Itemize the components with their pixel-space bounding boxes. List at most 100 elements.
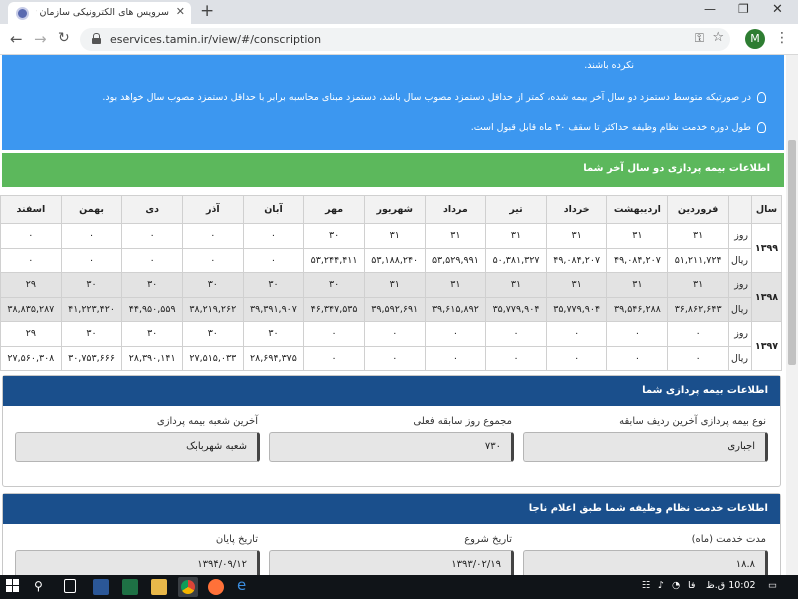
insurance-table-title: اطلاعات بیمه پردازی دو سال آخر شما bbox=[2, 153, 784, 187]
note-line-1: در صورتیکه متوسط دستمزد دو سال آخر بیمه … bbox=[102, 92, 766, 103]
scrollbar-thumb[interactable] bbox=[788, 140, 796, 365]
day-value-cell: ۲۹ bbox=[0, 272, 62, 298]
table-row: ۱۳۹۹ روز ۳۱ ۳۱ ۳۱ ۳۱ ۳۱ ۳۱ ۳۰ ۰ ۰ ۰ ۰ ۰ bbox=[0, 223, 782, 273]
table-row: ۱۳۹۸ روز ۳۱ ۳۱ ۳۱ ۳۱ ۳۱ ۳۱ ۳۰ ۳۰ ۳۰ ۳۰ ۳۰ ۲۹ bbox=[0, 272, 782, 322]
firefox-icon[interactable] bbox=[208, 579, 224, 595]
label-header bbox=[727, 195, 753, 224]
day-value-cell: ۳۱ bbox=[606, 223, 669, 249]
day-value-cell: ۳۰ bbox=[242, 272, 305, 298]
table-header-row: سال فروردین اردیبهشت خرداد تیر مرداد شهریور مه… bbox=[0, 195, 782, 224]
rial-value-cell: ۰ bbox=[60, 247, 123, 273]
rial-value-cell: ۵۱,۲۱۱,۷۲۴ bbox=[667, 247, 729, 273]
day-value-cell: ۰ bbox=[303, 321, 365, 347]
clock-time[interactable]: 10:02 ق.ظ bbox=[706, 580, 756, 591]
page-scrollbar[interactable] bbox=[786, 55, 798, 575]
restore-icon[interactable]: ❐ bbox=[738, 2, 749, 16]
month-header: بهمن bbox=[60, 195, 123, 224]
day-value-cell: ۰ bbox=[0, 223, 62, 249]
word-icon[interactable] bbox=[93, 579, 109, 595]
tab-title: سرویس های الکترونیکی سازمان تأ bbox=[36, 7, 169, 18]
forward-icon[interactable]: → bbox=[34, 30, 47, 48]
day-value-cell: ۰ bbox=[424, 321, 487, 347]
month-header: اسفند bbox=[0, 195, 62, 224]
tray-wifi-icon[interactable]: ◔ bbox=[672, 580, 680, 591]
year-header: سال bbox=[751, 195, 782, 224]
insurance-info-title: اطلاعات بیمه پردازی شما bbox=[3, 376, 780, 406]
rial-value-cell: ۴۴,۹۵۰,۵۵۹ bbox=[121, 296, 183, 322]
language-indicator[interactable]: فا bbox=[688, 580, 695, 591]
day-value-cell: ۳۰ bbox=[121, 272, 183, 298]
rial-value-cell: ۰ bbox=[363, 345, 426, 371]
start-date-field: تاریخ شروع ۱۳۹۳/۰۲/۱۹ bbox=[269, 534, 514, 575]
rial-value-cell: ۳۹,۶۱۵,۸۹۲ bbox=[424, 296, 487, 322]
excel-icon[interactable] bbox=[122, 579, 138, 595]
day-value-cell: ۳۱ bbox=[545, 272, 608, 298]
address-bar[interactable]: eservices.tamin.ir/view/#/conscription ⚿… bbox=[80, 28, 730, 51]
rial-value-cell: ۳۵,۷۷۹,۹۰۴ bbox=[485, 296, 547, 322]
table-row: ریال ۳۶,۸۶۲,۶۴۳ ۳۹,۵۴۶,۲۸۸ ۳۵,۷۷۹,۹۰۴ ۳۵,۷۷۹… bbox=[0, 296, 782, 322]
rial-value-cell: ۴۱,۲۲۳,۴۲۰ bbox=[60, 296, 123, 322]
windows-taskbar: ⚲ e ☷ ♪ ◔ فا 10:02 ق.ظ ▭ bbox=[0, 575, 798, 599]
month-header: فروردین bbox=[667, 195, 729, 224]
insurance-type-field: نوع بیمه پردازی آخرین ردیف سابقه اجباری bbox=[523, 416, 768, 462]
notification-icon[interactable]: ▭ bbox=[768, 580, 777, 591]
day-value-cell: ۳۰ bbox=[60, 272, 123, 298]
day-label-cell: روز bbox=[727, 223, 753, 249]
chrome-icon[interactable] bbox=[178, 577, 198, 597]
rial-label-cell: ریال bbox=[727, 247, 753, 273]
total-days-value[interactable]: ۷۳۰ bbox=[269, 432, 514, 462]
avatar[interactable]: M bbox=[745, 29, 765, 49]
day-value-cell: ۳۰ bbox=[121, 321, 183, 347]
day-value-cell: ۳۰ bbox=[303, 272, 365, 298]
rial-value-cell: ۵۳,۵۲۹,۹۹۱ bbox=[424, 247, 487, 273]
day-label-cell: روز bbox=[727, 272, 753, 298]
url-text[interactable]: eservices.tamin.ir/view/#/conscription bbox=[110, 33, 321, 46]
rial-value-cell: ۵۳,۲۴۴,۴۱۱ bbox=[303, 247, 365, 273]
note-line-2: طول دوره خدمت نظام وظیفه حداکثر تا سقف ۳… bbox=[471, 122, 766, 133]
minimize-icon[interactable]: — bbox=[704, 2, 716, 16]
day-value-cell: ۳۱ bbox=[363, 272, 426, 298]
day-value-cell: ۳۰ bbox=[60, 321, 123, 347]
tray-volume-icon[interactable]: ♪ bbox=[658, 580, 664, 591]
menu-kebab-icon[interactable]: ⋮ bbox=[775, 30, 789, 46]
rial-value-cell: ۳۹,۵۴۶,۲۸۸ bbox=[606, 296, 669, 322]
insurance-type-value[interactable]: اجباری bbox=[523, 432, 768, 462]
insurance-type-label: نوع بیمه پردازی آخرین ردیف سابقه bbox=[619, 416, 766, 427]
day-value-cell: ۳۰ bbox=[303, 223, 365, 249]
service-duration-field: مدت خدمت (ماه) ۱۸.۸ bbox=[523, 534, 768, 575]
back-icon[interactable]: ← bbox=[10, 30, 23, 48]
windows-start-icon[interactable] bbox=[6, 579, 22, 595]
day-value-cell: ۰ bbox=[545, 321, 608, 347]
browser-tab[interactable]: سرویس های الکترونیکی سازمان تأ ✕ bbox=[8, 2, 191, 24]
task-view-icon[interactable] bbox=[64, 579, 76, 593]
end-date-value[interactable]: ۱۳۹۴/۰۹/۱۲ bbox=[15, 550, 260, 575]
internet-explorer-icon[interactable]: e bbox=[237, 576, 253, 594]
start-date-value[interactable]: ۱۳۹۳/۰۲/۱۹ bbox=[269, 550, 514, 575]
day-value-cell: ۳۱ bbox=[545, 223, 608, 249]
search-icon[interactable]: ⚲ bbox=[34, 579, 50, 595]
insurance-info-panel: اطلاعات بیمه پردازی شما نوع بیمه پردازی … bbox=[2, 375, 781, 487]
file-explorer-icon[interactable] bbox=[151, 579, 167, 595]
rial-value-cell: ۰ bbox=[121, 247, 183, 273]
rial-value-cell: ۲۷,۵۶۰,۳۰۸ bbox=[0, 345, 62, 371]
service-info-title: اطلاعات خدمت نظام وظیفه شما طبق اعلام نا… bbox=[3, 494, 780, 524]
reload-icon[interactable]: ↻ bbox=[58, 30, 70, 46]
bookmark-star-icon[interactable]: ☆ bbox=[712, 30, 724, 45]
day-value-cell: ۳۱ bbox=[424, 272, 487, 298]
day-value-cell: ۰ bbox=[242, 223, 305, 249]
day-value-cell: ۳۱ bbox=[485, 223, 547, 249]
month-header: خرداد bbox=[545, 195, 608, 224]
service-duration-value[interactable]: ۱۸.۸ bbox=[523, 550, 768, 575]
last-branch-value[interactable]: شعبه شهربابک bbox=[15, 432, 260, 462]
new-tab-icon[interactable]: + bbox=[200, 1, 214, 21]
day-label-cell: روز bbox=[727, 321, 753, 347]
month-header: مهر bbox=[303, 195, 365, 224]
close-tab-icon[interactable]: ✕ bbox=[176, 5, 185, 18]
day-value-cell: ۰ bbox=[606, 321, 669, 347]
day-value-cell: ۳۱ bbox=[485, 272, 547, 298]
key-icon[interactable]: ⚿ bbox=[695, 31, 704, 46]
rial-value-cell: ۲۸,۳۹۰,۱۴۱ bbox=[121, 345, 183, 371]
close-window-icon[interactable]: ✕ bbox=[772, 2, 783, 17]
tray-network-icon[interactable]: ☷ bbox=[642, 580, 651, 591]
site-favicon-icon bbox=[16, 7, 29, 20]
